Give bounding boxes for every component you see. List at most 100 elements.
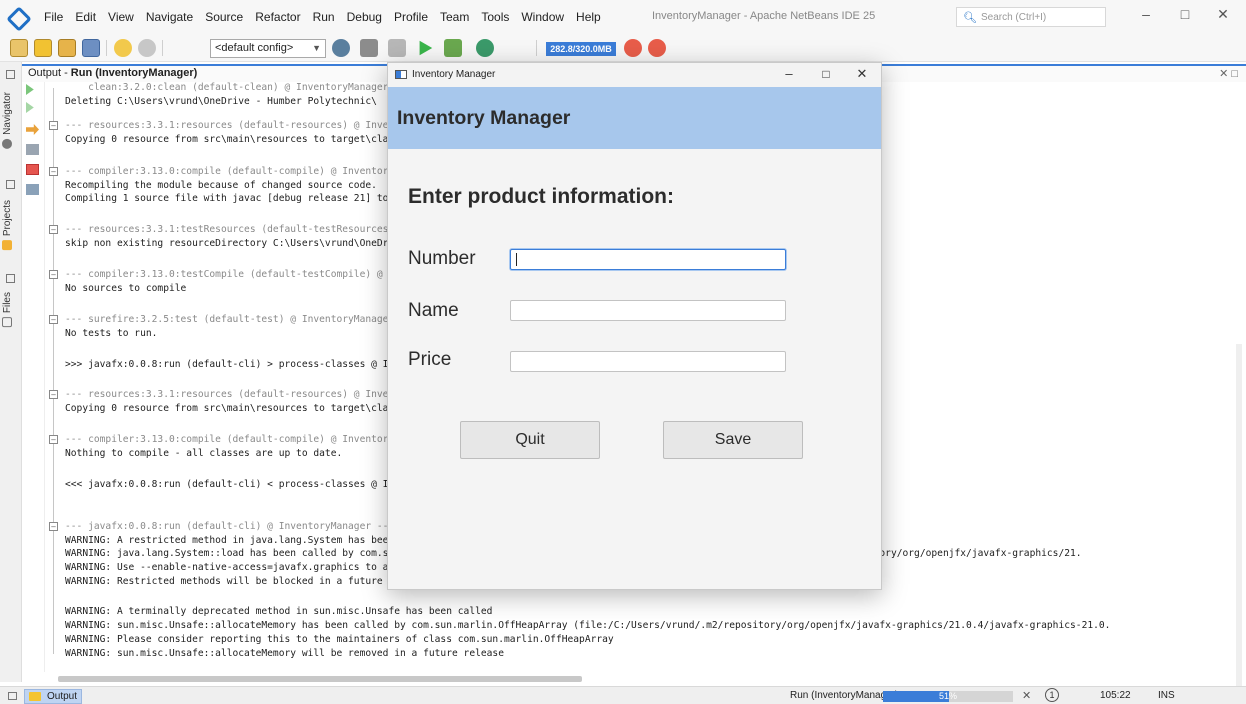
minimize-panel-icon[interactable] xyxy=(8,692,17,700)
memory-indicator[interactable]: 282.8/320.0MB xyxy=(546,42,616,56)
menu-source[interactable]: Source xyxy=(199,10,249,24)
minimize-panel-icon[interactable] xyxy=(6,70,15,79)
menu-refactor[interactable]: Refactor xyxy=(249,10,306,24)
save-all-icon[interactable] xyxy=(82,39,100,57)
log-line: Nothing to compile - all classes are up … xyxy=(65,448,343,459)
vertical-scrollbar[interactable] xyxy=(1236,344,1242,704)
toolbar-separator xyxy=(536,40,537,56)
rerun-with-options-icon[interactable] xyxy=(26,102,34,113)
log-line: No tests to run. xyxy=(65,328,158,339)
task-progress-bar[interactable]: 51% xyxy=(883,691,1013,702)
output-tab-label: Output xyxy=(47,691,78,702)
menu-debug[interactable]: Debug xyxy=(341,10,388,24)
build-icon[interactable] xyxy=(332,39,350,57)
tab-navigator[interactable]: Navigator xyxy=(2,92,13,149)
save-button[interactable]: Save xyxy=(663,421,803,459)
log-line: No sources to compile xyxy=(65,283,187,294)
clean-build-icon[interactable] xyxy=(360,39,378,57)
log-line: Deleting C:\Users\vrund\OneDrive - Humbe… xyxy=(65,96,377,107)
log-line: clean:3.2.0:clean (default-clean) @ Inve… xyxy=(65,82,412,93)
dialog-banner: Inventory Manager xyxy=(388,87,881,149)
horizontal-scrollbar[interactable] xyxy=(58,676,582,682)
menu-help[interactable]: Help xyxy=(570,10,607,24)
menu-edit[interactable]: Edit xyxy=(69,10,102,24)
notifications-icon[interactable]: 1 xyxy=(1045,688,1059,702)
name-input[interactable] xyxy=(510,300,786,321)
close-window-icon[interactable]: ✕ xyxy=(1208,6,1238,23)
dialog-titlebar[interactable]: Inventory Manager – □ ✕ xyxy=(388,63,881,87)
fold-toggle-icon[interactable]: – xyxy=(49,435,58,444)
inventory-manager-window: Inventory Manager – □ ✕ Inventory Manage… xyxy=(387,62,882,590)
menu-tools[interactable]: Tools xyxy=(475,10,515,24)
new-project-icon[interactable] xyxy=(34,39,52,57)
new-file-icon[interactable] xyxy=(10,39,28,57)
menubar: File Edit View Navigate Source Refactor … xyxy=(0,0,1246,34)
rerun-icon[interactable] xyxy=(26,84,34,95)
menu-profile[interactable]: Profile xyxy=(388,10,434,24)
tab-navigator-label: Navigator xyxy=(2,92,13,135)
output-title-prefix: Output - xyxy=(28,67,71,79)
run-icon[interactable] xyxy=(419,40,433,56)
undo-icon[interactable] xyxy=(114,39,132,57)
price-input[interactable] xyxy=(510,351,786,372)
toolbar-separator xyxy=(162,40,163,56)
name-label: Name xyxy=(408,300,459,321)
status-bar: Output Run (InventoryManager) 51% ✕ 1 10… xyxy=(0,686,1246,704)
menu-view[interactable]: View xyxy=(102,10,140,24)
ide-search-placeholder: Search (Ctrl+I) xyxy=(980,11,1047,23)
maximize-window-icon[interactable]: □ xyxy=(1170,6,1200,22)
menu-team[interactable]: Team xyxy=(434,10,475,24)
hammer-broom-icon[interactable] xyxy=(388,39,406,57)
menu-window[interactable]: Window xyxy=(515,10,570,24)
fold-toggle-icon[interactable]: – xyxy=(49,121,58,130)
fold-toggle-icon[interactable]: – xyxy=(49,270,58,279)
stop-icon[interactable] xyxy=(26,164,39,175)
log-line: Copying 0 resource from src\main\resourc… xyxy=(65,403,412,414)
close-output-icon[interactable]: ✕ □ xyxy=(1219,67,1238,80)
log-line: WARNING: sun.misc.Unsafe::allocateMemory… xyxy=(65,648,504,659)
number-input[interactable] xyxy=(510,249,786,270)
dialog-close-icon[interactable]: ✕ xyxy=(852,66,872,82)
progress-percent: 51% xyxy=(938,691,957,701)
dialog-minimize-icon[interactable]: – xyxy=(779,66,799,81)
window-title: InventoryManager - Apache NetBeans IDE 2… xyxy=(652,10,876,22)
banner-title: Inventory Manager xyxy=(397,107,571,129)
dialog-window-title: Inventory Manager xyxy=(412,69,496,80)
caret-position: 105:22 xyxy=(1100,690,1131,701)
open-project-icon[interactable] xyxy=(58,39,76,57)
gc-icon[interactable] xyxy=(648,39,666,57)
fold-toggle-icon[interactable]: – xyxy=(49,225,58,234)
fold-toggle-icon[interactable]: – xyxy=(49,390,58,399)
run-arrow-icon[interactable] xyxy=(26,124,39,135)
fold-toggle-icon[interactable]: – xyxy=(49,522,58,531)
settings-icon[interactable] xyxy=(26,184,39,195)
config-select[interactable]: <default config> ▼ xyxy=(210,39,326,58)
dialog-form: Enter product information: Number Name P… xyxy=(388,149,881,589)
fold-toggle-icon[interactable]: – xyxy=(49,167,58,176)
tab-files[interactable]: Files xyxy=(2,292,13,328)
cancel-task-icon[interactable]: ✕ xyxy=(1022,689,1031,702)
output-window-tab[interactable]: Output xyxy=(24,689,83,704)
profile-icon[interactable] xyxy=(476,39,494,57)
redo-icon[interactable] xyxy=(138,39,156,57)
dialog-maximize-icon[interactable]: □ xyxy=(816,67,836,81)
files-icon xyxy=(2,317,13,328)
menu-run[interactable]: Run xyxy=(307,10,341,24)
tab-projects[interactable]: Projects xyxy=(2,200,13,251)
console-icon[interactable] xyxy=(26,144,39,155)
fold-toggle-icon[interactable]: – xyxy=(49,315,58,324)
minimize-panel-icon[interactable] xyxy=(6,180,15,189)
output-title[interactable]: Output - Run (InventoryManager) xyxy=(28,67,197,79)
log-line: WARNING: sun.misc.Unsafe::allocateMemory… xyxy=(65,620,1111,631)
log-line: WARNING: A restricted method in java.lan… xyxy=(65,535,435,546)
menu-navigate[interactable]: Navigate xyxy=(140,10,199,24)
log-line: --- surefire:3.2.5:test (default-test) @… xyxy=(65,314,418,325)
minimize-panel-icon[interactable] xyxy=(6,274,15,283)
quit-button[interactable]: Quit xyxy=(460,421,600,459)
menu-file[interactable]: File xyxy=(38,10,69,24)
text-caret xyxy=(516,253,517,266)
ide-search-box[interactable]: 🔍︎ Search (Ctrl+I) xyxy=(956,7,1106,27)
gc-icon[interactable] xyxy=(624,39,642,57)
debug-icon[interactable] xyxy=(444,39,462,57)
minimize-window-icon[interactable]: – xyxy=(1131,6,1161,22)
